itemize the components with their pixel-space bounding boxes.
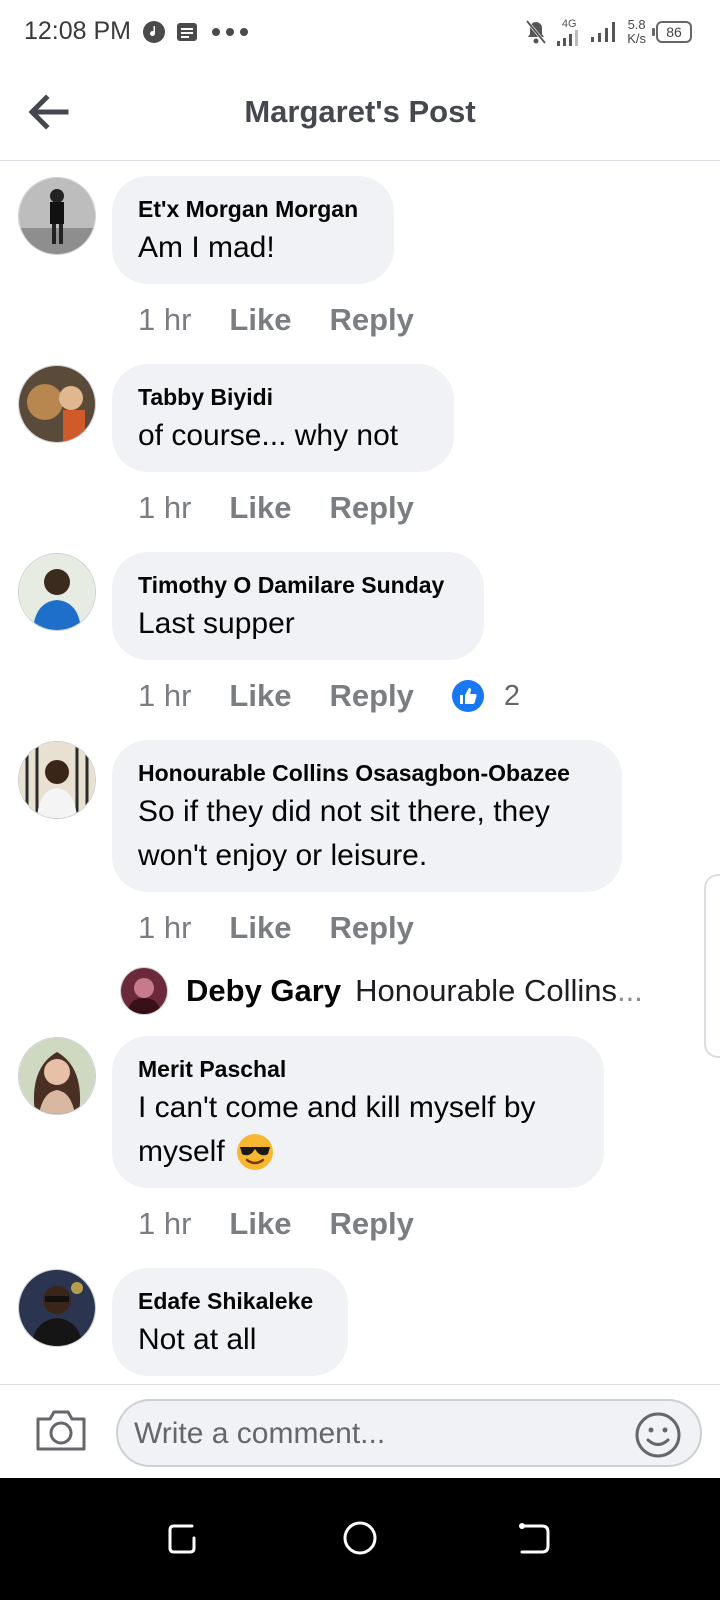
back-icon[interactable] [512, 1516, 556, 1560]
comment-text-line: I can't come and kill myself by [138, 1091, 536, 1124]
avatar[interactable] [18, 553, 96, 631]
home-icon[interactable] [338, 1516, 382, 1560]
avatar[interactable] [18, 365, 96, 443]
notifications-off-icon [526, 20, 547, 44]
comment-bubble[interactable]: Merit Paschal I can't come and kill myse… [112, 1036, 604, 1188]
smiling-face-with-sunglasses-icon [236, 1134, 273, 1170]
like-button[interactable]: Like [229, 678, 291, 714]
reply-button[interactable]: Reply [329, 490, 413, 526]
reply-button[interactable]: Reply [329, 678, 413, 714]
camera-icon[interactable] [34, 1407, 88, 1453]
comment-composer [0, 1384, 720, 1479]
comment-time[interactable]: 1 hr [138, 910, 191, 946]
commenter-name[interactable]: Tabby Biyidi [138, 382, 428, 412]
comment-text-line: So if they did not sit there, they [138, 795, 550, 828]
reply-author[interactable]: Deby Gary [186, 973, 341, 1009]
comment-time[interactable]: 1 hr [138, 678, 191, 714]
avatar[interactable] [18, 741, 96, 819]
music-note-icon [143, 21, 165, 43]
comment-time[interactable]: 1 hr [138, 1206, 191, 1242]
avatar[interactable] [18, 177, 96, 255]
commenter-name[interactable]: Et'x Morgan Morgan [138, 194, 368, 224]
network-speed: 5.8 K/s [627, 18, 646, 46]
status-icons: 4G 5.8 K/s 86 [525, 14, 692, 50]
like-button[interactable]: Like [229, 1206, 291, 1242]
comment-time[interactable]: 1 hr [138, 302, 191, 338]
like-button[interactable]: Like [229, 490, 291, 526]
reply-button[interactable]: Reply [329, 302, 413, 338]
comment-text-line-with-emoji: myself [138, 1130, 578, 1174]
comment-actions: 1 hr Like Reply 2 [138, 676, 520, 716]
avatar[interactable] [18, 1269, 96, 1347]
comment-text-line: won't enjoy or leisure. [138, 839, 428, 872]
comment-input-container[interactable] [116, 1399, 702, 1467]
comment-bubble[interactable]: Honourable Collins Osasagbon-Obazee So i… [112, 740, 622, 892]
comment-time[interactable]: 1 hr [138, 490, 191, 526]
speed-unit: K/s [627, 31, 646, 46]
network-type: 4G [561, 17, 577, 30]
notes-icon [177, 23, 197, 41]
like-button[interactable]: Like [229, 910, 291, 946]
comment-bubble[interactable]: Edafe Shikaleke Not at all [112, 1268, 348, 1376]
avatar[interactable] [120, 967, 168, 1015]
status-time: 12:08 PM [24, 17, 132, 45]
comment-bubble[interactable]: Tabby Biyidi of course... why not [112, 364, 454, 472]
comment-input[interactable] [132, 1411, 616, 1457]
speed-value: 5.8 [627, 17, 646, 32]
commenter-name[interactable]: Merit Paschal [138, 1054, 578, 1084]
comment-actions: 1 hr Like Reply [138, 1204, 452, 1244]
commenter-name[interactable]: Timothy O Damilare Sunday [138, 570, 458, 600]
comment-text: of course... why not [138, 419, 399, 452]
comment-actions: 1 hr Like Reply [138, 908, 452, 948]
comment-text: Am I mad! [138, 231, 275, 264]
commenter-name[interactable]: Edafe Shikaleke [138, 1286, 322, 1316]
avatar[interactable] [18, 1037, 96, 1115]
recent-apps-icon[interactable] [162, 1516, 206, 1560]
signal-4g: 4G [557, 17, 581, 46]
side-drawer-handle[interactable] [704, 874, 720, 1058]
post-header: Margaret's Post [0, 64, 720, 161]
system-navigation-bar [0, 1478, 720, 1600]
reply-text: Honourable Collins [355, 973, 618, 1008]
reply-preview[interactable]: Deby Gary Honourable Collins ... [120, 966, 643, 1016]
comment-actions: 1 hr Like Reply [138, 300, 452, 340]
reply-button[interactable]: Reply [329, 1206, 413, 1242]
signal-icon [557, 29, 579, 46]
commenter-name[interactable]: Honourable Collins Osasagbon-Obazee [138, 758, 596, 788]
page-title: Margaret's Post [244, 94, 476, 129]
status-bar: 12:08 PM 4G 5.8 K/s 86 [0, 0, 720, 64]
reply-button[interactable]: Reply [329, 910, 413, 946]
thumbs-up-icon[interactable] [451, 680, 484, 712]
like-button[interactable]: Like [229, 302, 291, 338]
comment-bubble[interactable]: Et'x Morgan Morgan Am I mad! [112, 176, 394, 284]
more-dots-icon [212, 28, 248, 36]
emoji-icon[interactable] [634, 1411, 682, 1459]
reply-ellipsis: ... [617, 973, 643, 1008]
comment-bubble[interactable]: Timothy O Damilare Sunday Last supper [112, 552, 484, 660]
comment-text: Not at all [138, 1323, 257, 1356]
comment-actions: 1 hr Like Reply [138, 488, 452, 528]
comment-text-line: myself [138, 1135, 225, 1168]
signal-icon-2 [591, 22, 616, 42]
reaction-count[interactable]: 2 [504, 680, 520, 713]
battery-icon: 86 [652, 21, 692, 43]
comment-text: Last supper [138, 607, 295, 640]
